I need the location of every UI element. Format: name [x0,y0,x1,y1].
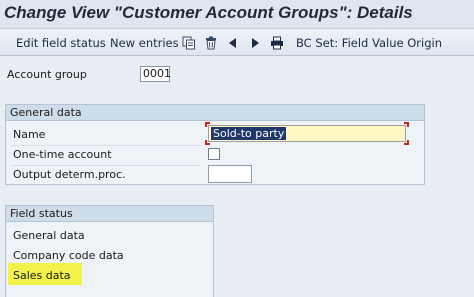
account-group-field[interactable]: 0001 [140,66,171,82]
new-entries-button[interactable]: New entries [110,36,179,50]
general-data-header: General data [6,105,424,121]
copy-icon[interactable] [182,35,196,50]
edit-field-status-button[interactable]: Edit field status [16,36,106,50]
name-input-value: Sold-to party [211,127,287,140]
page-title: Change View "Customer Account Groups": D… [4,3,413,22]
focus-corner [205,122,210,127]
one-time-account-checkbox[interactable] [208,148,220,160]
one-time-account-label: One-time account [13,148,112,161]
application-toolbar: Edit field status New entries BC Set: Fi… [0,28,474,56]
field-status-group: Field status General data Company code d… [5,205,214,297]
field-status-item-sales-data[interactable]: Sales data [13,269,71,282]
focus-corner [404,122,409,127]
name-label: Name [13,128,46,141]
row-divider [11,165,201,166]
output-determ-proc-label: Output determ.proc. [13,168,126,181]
name-input[interactable]: Sold-to party [208,125,406,142]
field-status-item-company-code-data[interactable]: Company code data [13,249,124,262]
field-status-header: Field status [6,206,213,222]
account-group-label: Account group [7,68,87,81]
focus-corner [205,140,210,145]
field-status-item-general-data[interactable]: General data [13,229,85,242]
title-bar: Change View "Customer Account Groups": D… [0,0,474,28]
general-data-title: General data [10,106,82,119]
row-divider [11,145,201,146]
trash-icon[interactable] [204,35,218,50]
triangle-right-icon[interactable] [248,35,262,49]
bc-set-field-value-origin-button[interactable]: BC Set: Field Value Origin [296,36,442,50]
output-determ-proc-field[interactable] [208,165,252,183]
triangle-left-icon[interactable] [226,35,240,49]
printer-icon[interactable] [270,35,284,50]
focus-corner [404,140,409,145]
field-status-title: Field status [10,207,73,220]
